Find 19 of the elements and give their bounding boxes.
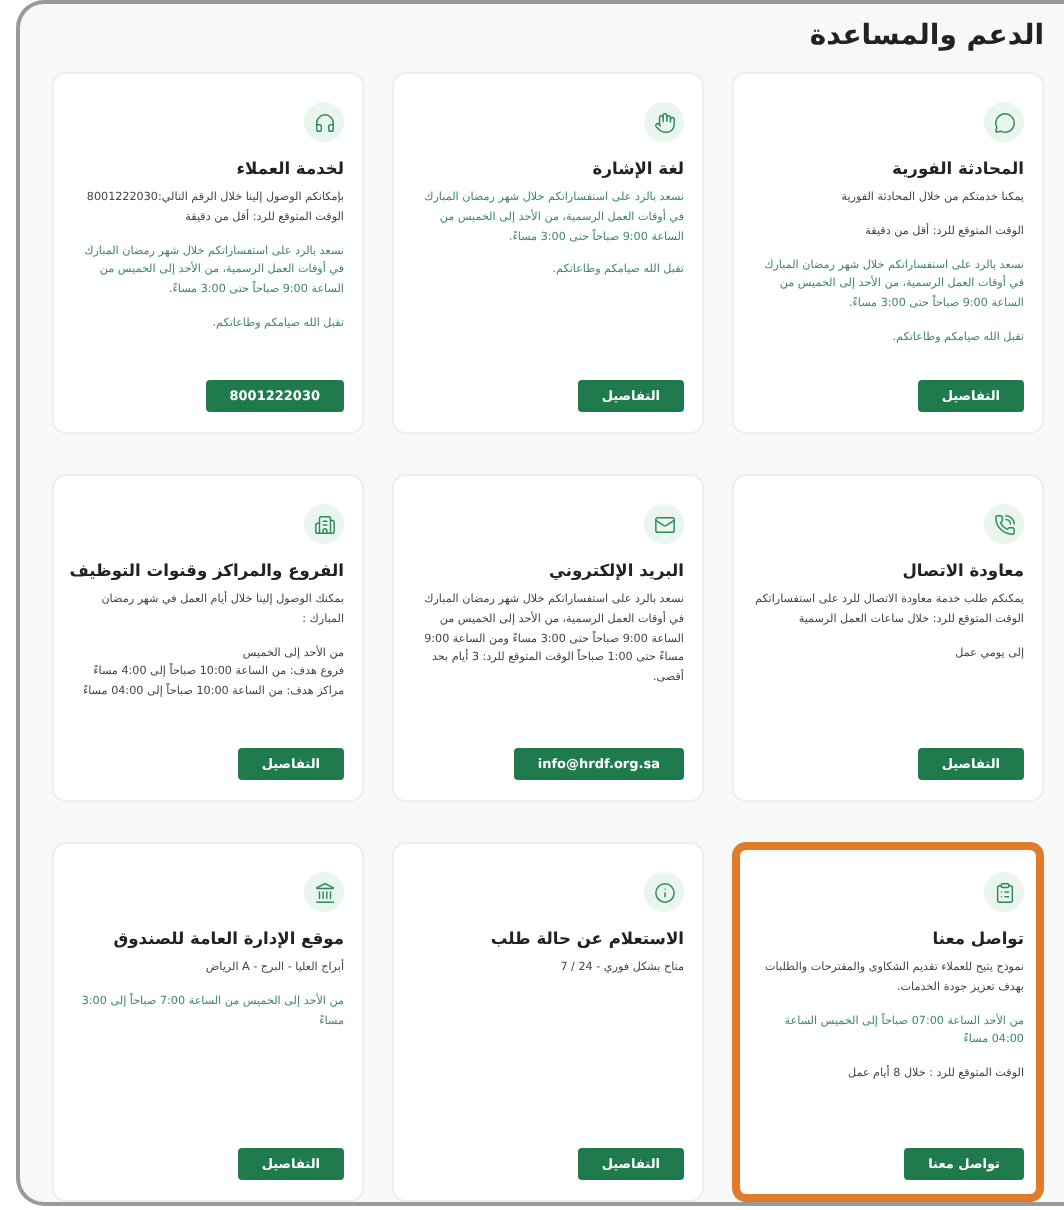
card-title: تواصل معنا [930,928,1024,948]
page-title: الدعم والمساعدة [807,20,1044,52]
card-title: الفروع والمراكز وقنوات التوظيف [72,560,344,580]
envelope-icon [644,504,684,544]
building-icon [304,504,344,544]
phone-icon [984,504,1024,544]
card-title: لخدمة العملاء [234,158,344,178]
card-title: موقع الإدارة العامة للصندوق [111,928,344,948]
chat-bubble-icon [984,102,1024,142]
card-title: الاستعلام عن حالة طلب [488,928,684,948]
landmark-icon [304,872,344,912]
card-title: لغة الإشارة [590,158,684,178]
info-icon [644,872,684,912]
hand-icon [644,102,684,142]
card-title: معاودة الاتصال [900,560,1024,580]
clipboard-icon [984,872,1024,912]
headset-icon [304,102,344,142]
card-title: المحادثة الفورية [890,158,1024,178]
card-title: البريد الإلكتروني [547,560,684,580]
